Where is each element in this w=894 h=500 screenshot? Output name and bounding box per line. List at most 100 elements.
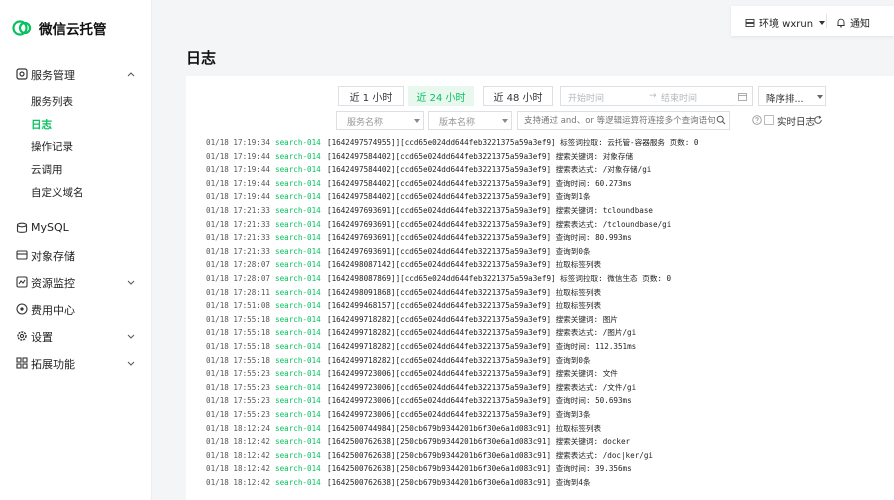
log-timestamp: 01/18 18:12:42 (206, 464, 271, 474)
sort-order-select[interactable]: 降序排... (758, 86, 826, 106)
sidebar-item-extensions[interactable]: 拓展功能 (0, 351, 152, 375)
log-source: search-014 (275, 369, 321, 379)
refresh-icon[interactable] (813, 115, 823, 125)
log-message: [1642497693691][ccd65e024dd644feb3221375… (327, 233, 632, 243)
sidebar-subitem-label: 操作记录 (31, 141, 73, 153)
log-message: [1642497584402][ccd65e024dd644feb3221375… (327, 151, 634, 161)
topbar-divider (826, 14, 827, 28)
log-source: search-014 (275, 138, 321, 147)
log-timestamp: 01/18 17:55:23 (206, 396, 271, 406)
sidebar-item-resource-monitor[interactable]: 资源监控 (0, 270, 152, 294)
log-timestamp: 01/18 17:19:44 (206, 178, 271, 188)
time-24h-button[interactable]: 近 24 小时 (408, 86, 474, 106)
log-timestamp: 01/18 18:12:42 (206, 437, 271, 447)
time-48h-button[interactable]: 近 48 小时 (483, 86, 553, 106)
time-1h-button[interactable]: 近 1 小时 (338, 86, 404, 106)
environment-label: 环境 wxrun (759, 19, 814, 30)
sidebar-item-label: 设置 (31, 331, 53, 344)
log-message: [1642497693691][ccd65e024dd644feb3221375… (327, 219, 672, 229)
start-time-placeholder: 开始时间 (568, 94, 605, 104)
sidebar-item-object-storage[interactable]: 对象存储 (0, 243, 152, 267)
log-timestamp: 01/18 17:19:34 (206, 138, 271, 147)
sidebar-subitem-label: 服务列表 (31, 96, 73, 108)
help-icon[interactable] (752, 115, 762, 125)
log-message: [1642500762638][250cb679b9344201b6f30e6a… (327, 450, 653, 460)
log-panel: 近 1 小时 近 24 小时 近 48 小时 开始时间 → 结束时间 降序排..… (186, 76, 894, 500)
extension-icon (16, 357, 28, 369)
caret-down-icon (819, 20, 826, 25)
log-message: [1642497584402][ccd65e024dd644feb3221375… (327, 178, 632, 188)
log-message: [1642497584402][ccd65e024dd644feb3221375… (327, 165, 652, 175)
log-message: [1642500762638][250cb679b9344201b6f30e6a… (327, 464, 632, 474)
log-message: [1642499723006][ccd65e024dd644feb3221375… (327, 382, 637, 392)
log-timestamp: 01/18 17:21:33 (206, 233, 271, 243)
service-name-select[interactable]: 服务名称 (336, 111, 424, 130)
log-source: search-014 (275, 165, 321, 175)
log-source: search-014 (275, 342, 321, 351)
bell-icon (837, 18, 845, 28)
log-source: search-014 (275, 287, 321, 297)
log-timestamp: 01/18 17:21:33 (206, 246, 271, 256)
caret-down-icon (502, 119, 508, 123)
log-message: [1642497584402][ccd65e024dd644feb3221375… (327, 192, 591, 202)
sidebar-item-label: 资源监控 (31, 277, 75, 290)
sidebar-item-billing-center[interactable]: 费用中心 (0, 297, 152, 321)
log-source: search-014 (275, 437, 321, 447)
chevron-down-icon (127, 280, 135, 285)
log-message: [1642499723006][ccd65e024dd644feb3221375… (327, 396, 632, 406)
app-name: 微信云托管 (39, 22, 107, 38)
sidebar-subitem-service-list[interactable]: 服务列表 (0, 90, 152, 112)
log-message: [1642500762638][250cb679b9344201b6f30e6a… (327, 478, 591, 487)
log-timestamp: 01/18 17:28:11 (206, 287, 271, 297)
log-source: search-014 (275, 233, 321, 243)
caret-down-icon (414, 119, 420, 123)
log-message: [1642499723006][ccd65e024dd644feb3221375… (327, 410, 591, 419)
log-source: search-014 (275, 396, 321, 406)
log-timestamp: 01/18 17:55:23 (206, 369, 271, 379)
sort-order-value: 降序排... (766, 94, 804, 105)
log-message: [1642499718282][ccd65e024dd644feb3221375… (327, 328, 637, 338)
app-logo[interactable]: 微信云托管 (12, 18, 107, 38)
notifications-button[interactable]: 通知 (836, 15, 870, 30)
log-timestamp: 01/18 17:55:18 (206, 342, 271, 351)
sidebar-subitem-operation-records[interactable]: 操作记录 (0, 135, 152, 157)
sidebar-item-settings[interactable]: 设置 (0, 324, 152, 348)
log-message: [1642498087142][ccd65e024dd644feb3221375… (327, 260, 602, 270)
log-timestamp: 01/18 17:21:33 (206, 219, 271, 229)
log-source: search-014 (275, 178, 321, 188)
billing-icon (16, 303, 28, 315)
realtime-log-checkbox[interactable] (764, 115, 774, 125)
query-input[interactable] (517, 111, 730, 130)
environment-icon (745, 18, 755, 27)
top-bar: 环境 wxrun 通知 (731, 6, 894, 36)
log-timestamp: 01/18 17:55:18 (206, 314, 271, 324)
sidebar-subitem-custom-domain[interactable]: 自定义域名 (0, 181, 152, 203)
log-message: [1642500762638][250cb679b9344201b6f30e6a… (327, 437, 631, 447)
notifications-label: 通知 (850, 19, 870, 30)
log-source: search-014 (275, 192, 321, 202)
log-source: search-014 (275, 478, 321, 487)
sidebar-subitem-cloud-call[interactable]: 云调用 (0, 158, 152, 180)
log-message: [1642499723006][ccd65e024dd644feb3221375… (327, 369, 618, 379)
caret-down-icon (817, 95, 823, 99)
chevron-up-icon (127, 72, 135, 77)
log-timestamp: 01/18 17:19:44 (206, 192, 271, 202)
log-timestamp: 01/18 17:51:08 (206, 301, 271, 311)
sidebar-item-service-management[interactable]: 服务管理 (0, 62, 152, 86)
sidebar-item-mysql[interactable]: MySQL (0, 216, 152, 240)
wechat-cloud-logo-icon (12, 20, 32, 36)
log-message: [1642497574955]][ccd65e024dd644feb322137… (327, 138, 699, 147)
search-icon[interactable] (716, 115, 726, 125)
log-timestamp: 01/18 18:12:42 (206, 478, 271, 487)
log-source: search-014 (275, 260, 321, 270)
environment-selector[interactable]: 环境 wxrun (745, 15, 826, 30)
version-name-select[interactable]: 版本名称 (428, 111, 512, 130)
log-source: search-014 (275, 151, 321, 161)
date-range-picker[interactable]: 开始时间 → 结束时间 (560, 86, 753, 106)
sidebar-subitem-logs[interactable]: 日志 (0, 113, 152, 135)
log-source: search-014 (275, 219, 321, 229)
range-separator: → (649, 91, 657, 101)
log-message: [1642499468157][ccd65e024dd644feb3221375… (327, 301, 602, 311)
sidebar-item-label: 拓展功能 (31, 358, 75, 371)
sidebar-item-label: 对象存储 (31, 250, 75, 263)
